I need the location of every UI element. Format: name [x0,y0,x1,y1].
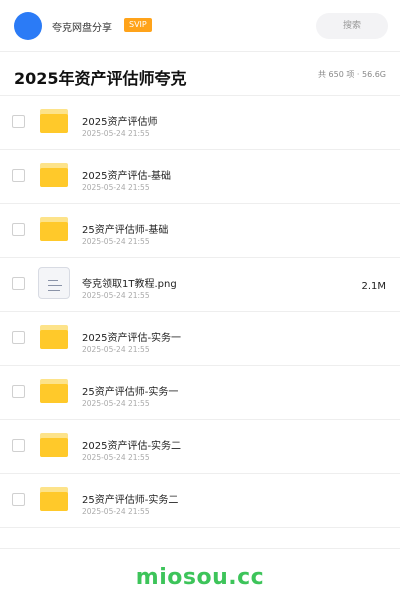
list-item[interactable]: 25资产评估师-实务一 2025-05-24 21:55 [0,366,400,420]
folder-icon [40,163,68,187]
item-date: 2025-05-24 21:55 [82,345,150,354]
item-name: 25资产评估师-基础 [82,225,169,236]
item-date: 2025-05-24 21:55 [82,237,150,246]
search-input[interactable]: 搜索 [316,13,388,39]
title-bar: 2025年资产评估师夸克 共 650 项 · 56.6G [0,52,400,96]
folder-icon [40,433,68,457]
item-date: 2025-05-24 21:55 [82,507,150,516]
footer: miosou.cc [0,548,400,600]
item-date: 2025-05-24 21:55 [82,453,150,462]
item-date: 2025-05-24 21:55 [82,291,150,300]
list-item[interactable]: 25资产评估师-基础 2025-05-24 21:55 [0,204,400,258]
watermark: miosou.cc [135,565,265,590]
item-name: 2025资产评估-基础 [82,171,172,182]
list-item[interactable]: 夸克领取1T教程.png 2025-05-24 21:55 2.1M [0,258,400,312]
item-date: 2025-05-24 21:55 [82,183,150,192]
row-checkbox[interactable] [12,277,25,290]
row-checkbox[interactable] [12,115,25,128]
folder-icon [40,379,68,403]
folder-icon [40,487,68,511]
item-size: 2.1M [361,281,386,292]
svip-badge: SVIP [124,18,152,32]
row-checkbox[interactable] [12,331,25,344]
item-name: 25资产评估师-实务二 [82,495,179,506]
folder-icon [40,109,68,133]
file-icon [38,267,70,299]
avatar[interactable] [14,12,42,40]
page-title: 2025年资产评估师夸克 [14,69,187,88]
row-checkbox[interactable] [12,385,25,398]
list-item[interactable]: 2025资产评估师 2025-05-24 21:55 [0,96,400,150]
row-checkbox[interactable] [12,169,25,182]
item-name: 25资产评估师-实务一 [82,387,179,398]
list-item[interactable]: 2025资产评估-实务二 2025-05-24 21:55 [0,420,400,474]
item-name: 2025资产评估师 [82,117,158,128]
item-name: 2025资产评估-实务二 [82,441,182,452]
list-item[interactable]: 2025资产评估-基础 2025-05-24 21:55 [0,150,400,204]
share-summary: 共 650 项 · 56.6G [318,70,386,79]
header: 夸克网盘分享 SVIP 搜索 [0,0,400,52]
item-name: 2025资产评估-实务一 [82,333,182,344]
file-list: 2025资产评估师 2025-05-24 21:55 2025资产评估-基础 2… [0,96,400,528]
row-checkbox[interactable] [12,439,25,452]
brand-name: 夸克网盘分享 [52,23,112,34]
row-checkbox[interactable] [12,223,25,236]
list-item[interactable]: 2025资产评估-实务一 2025-05-24 21:55 [0,312,400,366]
list-item[interactable]: 25资产评估师-实务二 2025-05-24 21:55 [0,474,400,528]
item-date: 2025-05-24 21:55 [82,399,150,408]
folder-icon [40,325,68,349]
row-checkbox[interactable] [12,493,25,506]
item-name: 夸克领取1T教程.png [82,279,177,290]
folder-icon [40,217,68,241]
item-date: 2025-05-24 21:55 [82,129,150,138]
